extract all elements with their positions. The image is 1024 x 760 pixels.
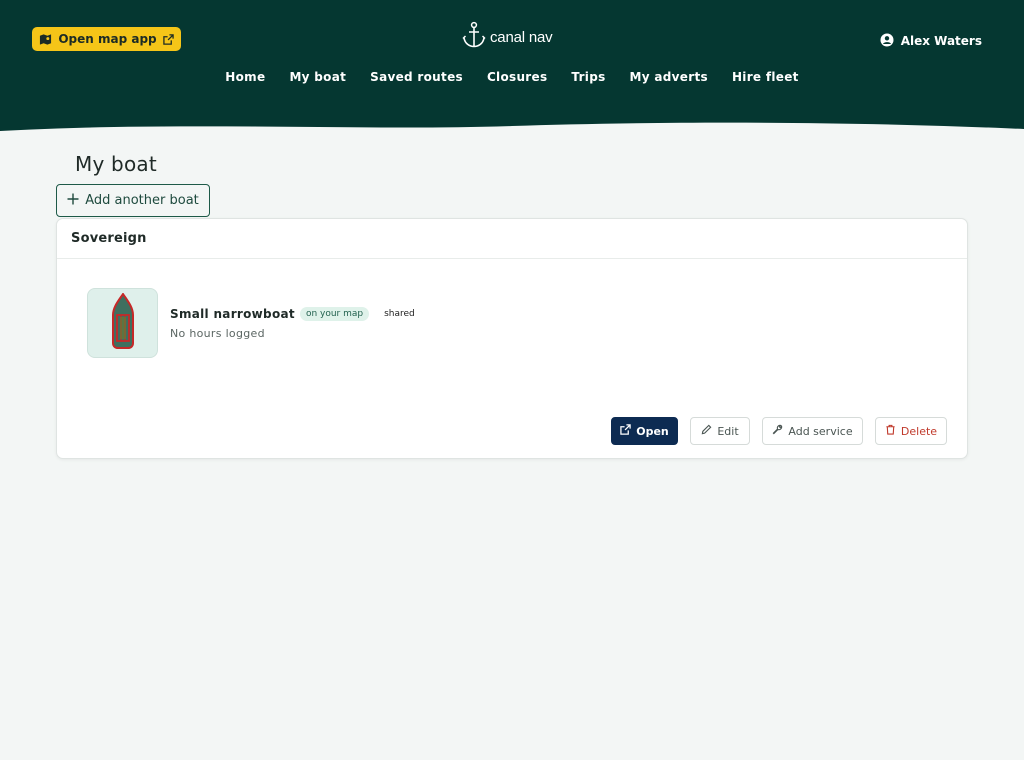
trash-icon — [885, 424, 896, 438]
user-name: Alex Waters — [900, 34, 982, 48]
on-map-badge: on your map — [299, 307, 370, 321]
external-link-icon — [620, 424, 631, 438]
shared-badge: shared — [384, 309, 415, 319]
boat-card: Sovereign Small narrowboat on your map s… — [56, 218, 968, 459]
nav-item-home[interactable]: Home — [225, 68, 265, 86]
logo-text: canal nav — [490, 28, 553, 46]
pencil-icon — [701, 424, 712, 438]
external-link-icon — [162, 33, 174, 45]
nav-item-trips[interactable]: Trips — [571, 68, 605, 86]
nav-item-saved-routes[interactable]: Saved routes — [370, 68, 463, 86]
add-another-boat-label: Add another boat — [85, 193, 199, 208]
delete-button-label: Delete — [900, 424, 938, 438]
plus-icon — [67, 193, 79, 209]
user-circle-icon — [880, 33, 894, 50]
nav-item-my-adverts[interactable]: My adverts — [630, 68, 708, 86]
page-title: My boat — [75, 152, 157, 176]
add-another-boat-button[interactable]: Add another boat — [56, 184, 210, 217]
user-menu[interactable]: Alex Waters — [880, 33, 982, 49]
open-map-app-button[interactable]: Open map app — [32, 27, 181, 51]
main-nav: Home My boat Saved routes Closures Trips… — [0, 68, 1024, 86]
wrench-icon — [772, 424, 783, 438]
add-service-button[interactable]: Add service — [762, 417, 863, 445]
map-icon — [39, 33, 52, 46]
boat-actions: Open Edit Add service Delete — [57, 417, 969, 445]
hours-logged: No hours logged — [170, 327, 265, 340]
boat-type: Small narrowboat — [170, 307, 295, 321]
boat-card-title: Sovereign — [57, 219, 967, 259]
delete-button[interactable]: Delete — [875, 417, 947, 445]
narrowboat-icon — [111, 292, 135, 353]
nav-item-my-boat[interactable]: My boat — [289, 68, 346, 86]
site-logo[interactable]: canal nav — [462, 21, 553, 53]
open-map-app-label: Open map app — [58, 32, 157, 46]
nav-item-closures[interactable]: Closures — [487, 68, 547, 86]
nav-item-hire-fleet[interactable]: Hire fleet — [732, 68, 799, 86]
boat-thumbnail — [87, 288, 158, 358]
edit-button-label: Edit — [717, 424, 739, 438]
open-button[interactable]: Open — [611, 417, 678, 445]
add-service-button-label: Add service — [788, 424, 853, 438]
boat-info: Small narrowboat on your map shared No h… — [170, 307, 415, 340]
site-header: Open map app canal nav Alex Waters Home … — [0, 0, 1024, 135]
edit-button[interactable]: Edit — [690, 417, 750, 445]
open-button-label: Open — [636, 424, 669, 438]
anchor-icon — [462, 21, 486, 53]
